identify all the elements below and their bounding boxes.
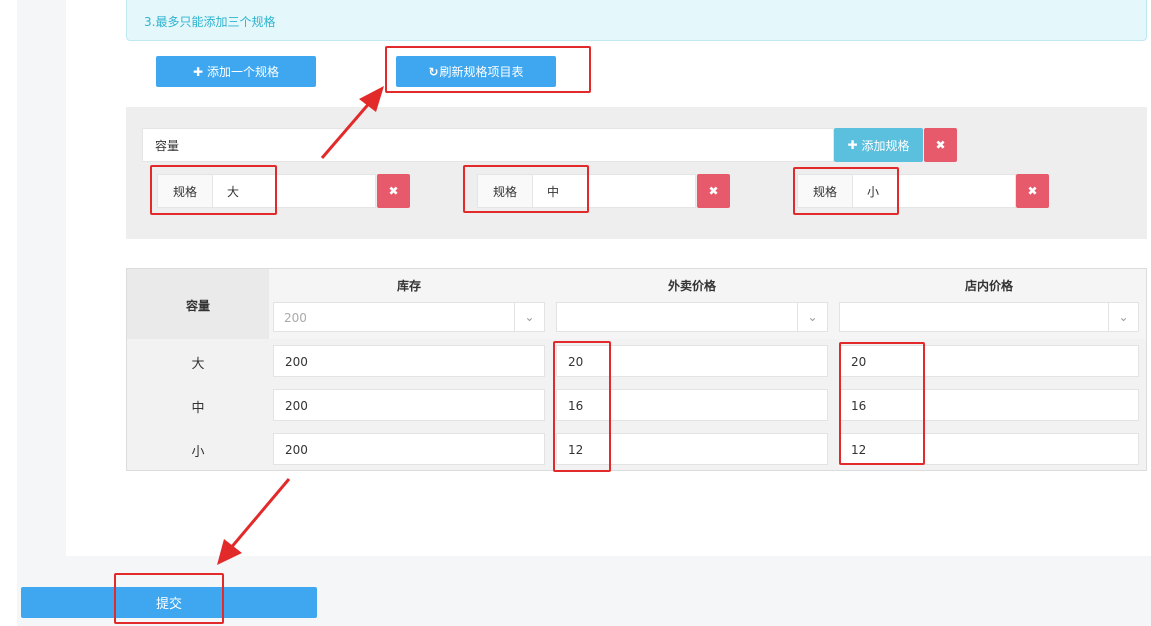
annotation-arrow-head <box>359 86 384 112</box>
annotation-arrow-line <box>228 478 291 550</box>
annotation-arrows <box>217 86 384 565</box>
annotation-arrow-line <box>320 99 374 159</box>
annotation-arrow-head <box>217 539 242 565</box>
